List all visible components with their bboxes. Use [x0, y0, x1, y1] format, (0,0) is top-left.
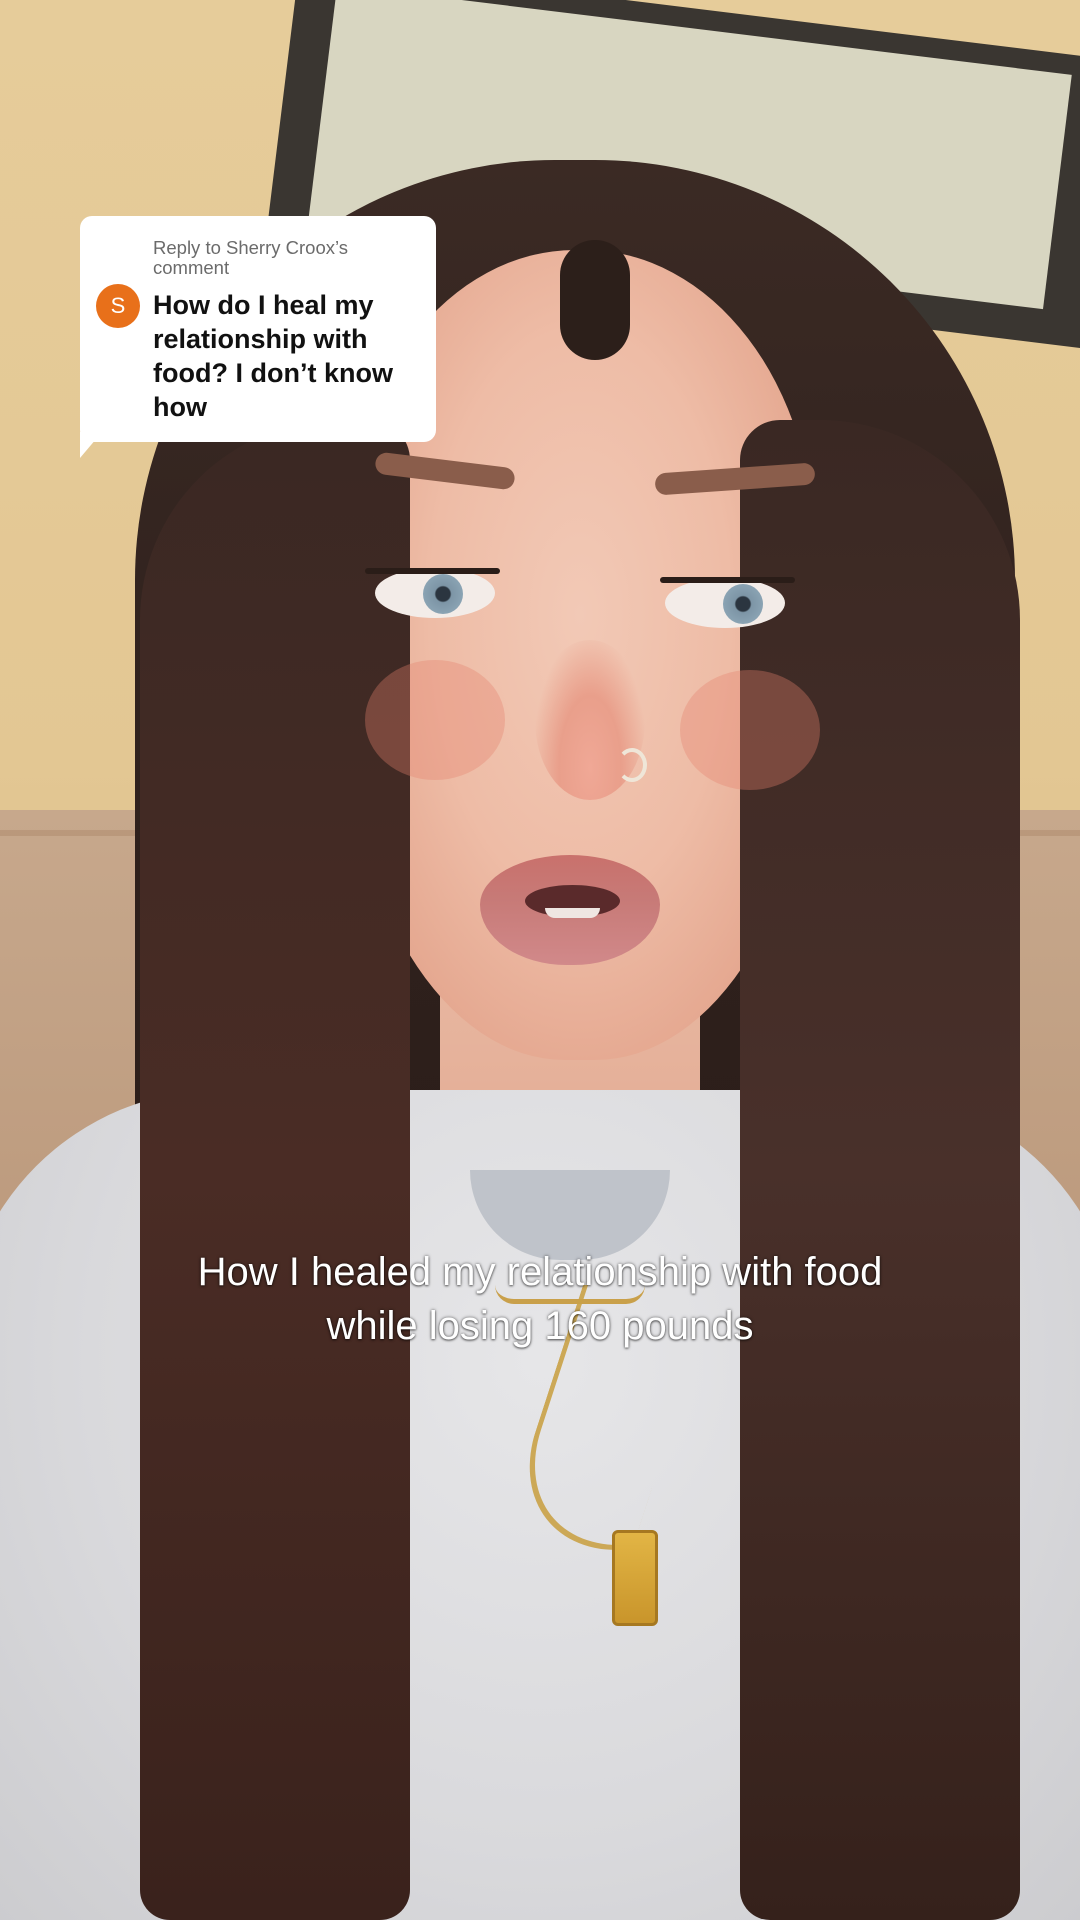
lash-right	[660, 577, 795, 583]
cheek-left	[365, 660, 505, 780]
eye-left	[375, 568, 495, 618]
video-caption: How I healed my relationship with food w…	[197, 1250, 883, 1348]
commenter-avatar: S	[96, 284, 140, 328]
reply-sticker-tail	[80, 432, 102, 458]
hair-right	[740, 420, 1020, 1920]
reply-label: Reply to Sherry Croox’s comment	[153, 237, 349, 278]
cheek-right	[680, 670, 820, 790]
reply-comment-text: How do I heal my relationship with food?…	[153, 290, 393, 422]
hair-left	[140, 420, 410, 1920]
iris-right	[723, 584, 763, 624]
hair-part	[560, 240, 630, 360]
nose-ring	[617, 748, 647, 782]
reply-comment-sticker[interactable]: S Reply to Sherry Croox’s comment How do…	[80, 216, 436, 442]
teeth	[545, 908, 600, 918]
video-frame[interactable]: S Reply to Sherry Croox’s comment How do…	[0, 0, 1080, 1920]
necklace-pendant	[612, 1530, 658, 1626]
lash-left	[365, 568, 500, 574]
iris-left	[423, 574, 463, 614]
eye-right	[665, 578, 785, 628]
